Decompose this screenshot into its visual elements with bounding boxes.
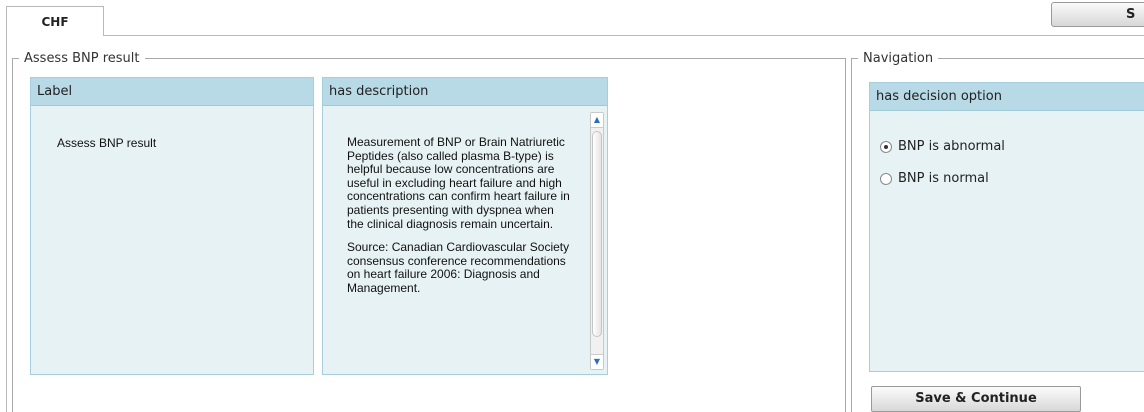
top-right-button-label: S: [1126, 7, 1136, 22]
label-panel-header: Label: [31, 78, 313, 106]
option-label: BNP is abnormal: [898, 139, 1005, 154]
navigation-legend: Navigation: [863, 51, 934, 66]
save-continue-label: Save & Continue: [915, 391, 1037, 406]
tab-divider: [104, 35, 1144, 36]
left-border: [6, 36, 7, 412]
assess-bnp-legend: Assess BNP result: [24, 51, 140, 66]
option-bnp-normal[interactable]: BNP is normal: [880, 171, 989, 186]
tab-chf-label: CHF: [41, 14, 69, 29]
description-scroll-area[interactable]: Measurement of BNP or Brain Natriuretic …: [323, 106, 607, 374]
scroll-down-arrow-icon[interactable]: ▼: [591, 354, 603, 369]
scrollbar-thumb[interactable]: [592, 131, 602, 337]
label-value: Assess BNP result: [57, 136, 157, 150]
save-continue-button[interactable]: Save & Continue: [871, 386, 1081, 412]
description-scrollbar[interactable]: ▲ ▼: [590, 112, 604, 370]
tab-chf[interactable]: CHF: [6, 6, 104, 36]
description-panel: has description Measurement of BNP or Br…: [322, 77, 608, 375]
tab-strip: CHF S: [0, 0, 1144, 36]
decision-option-header: has decision option: [870, 83, 1144, 111]
radio-unchecked-icon[interactable]: [880, 172, 892, 185]
option-bnp-abnormal[interactable]: BNP is abnormal: [880, 139, 1005, 154]
description-panel-header: has description: [323, 78, 607, 106]
scroll-up-arrow-icon[interactable]: ▲: [591, 113, 603, 128]
label-panel: Label Assess BNP result: [30, 77, 314, 375]
description-text: Measurement of BNP or Brain Natriuretic …: [347, 135, 573, 306]
option-label: BNP is normal: [898, 171, 989, 186]
description-paragraph: Measurement of BNP or Brain Natriuretic …: [347, 135, 570, 231]
radio-checked-icon[interactable]: [880, 140, 892, 153]
description-source: Source: Canadian Cardiovascular Society …: [347, 240, 570, 295]
top-right-button[interactable]: S: [1051, 2, 1144, 27]
decision-option-panel: has decision option BNP is abnormal BNP …: [869, 82, 1144, 372]
